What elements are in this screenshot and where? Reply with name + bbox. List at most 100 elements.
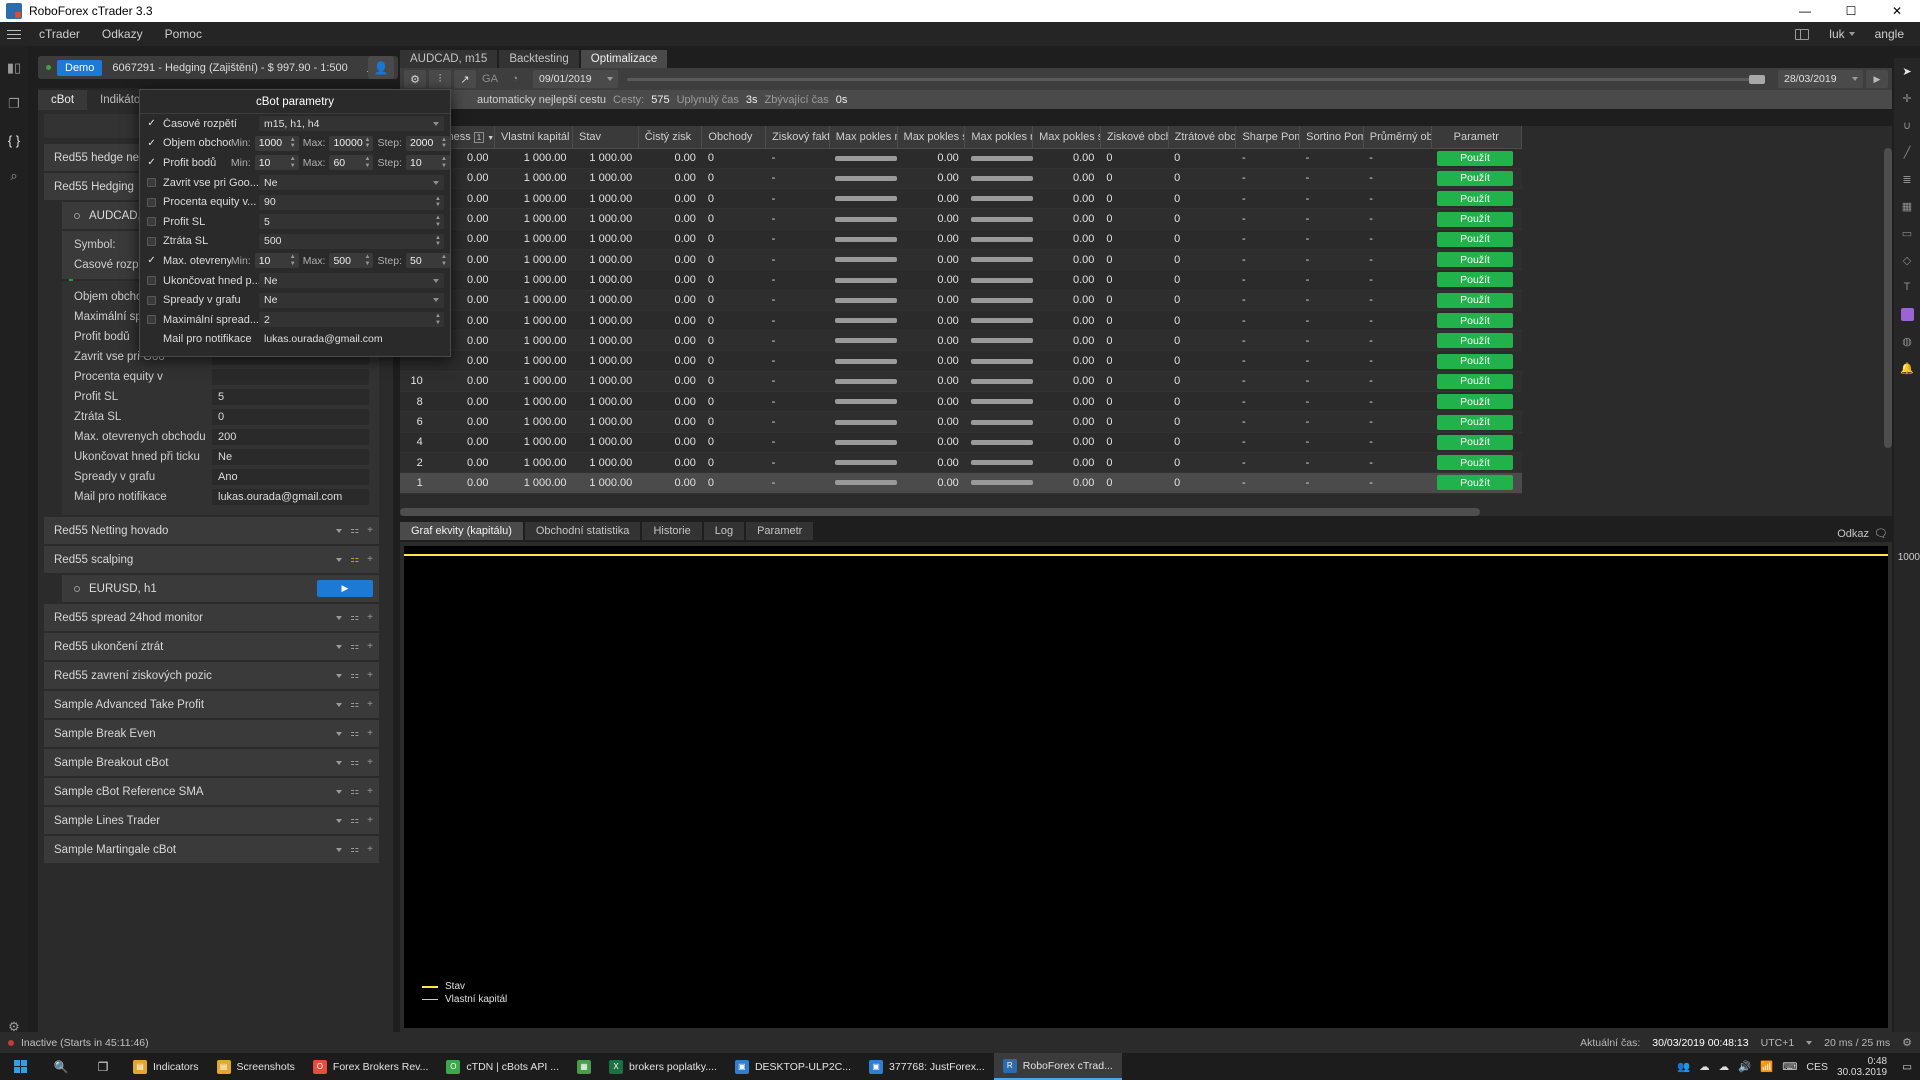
parameter-select[interactable]: Ne <box>259 273 444 289</box>
min-input[interactable]: 10 ▲ ▼ <box>254 155 299 171</box>
bot-actions[interactable]: ⚏ + <box>336 612 373 623</box>
min-input[interactable]: 1000 ▲ ▼ <box>254 135 299 151</box>
bot-actions[interactable]: ⚏ + <box>336 757 373 768</box>
use-button[interactable]: Použít <box>1437 170 1514 186</box>
step-input[interactable]: 10 ▲ ▼ <box>406 155 450 171</box>
optimize-checkbox[interactable] <box>147 295 156 305</box>
chevron-down-icon[interactable] <box>336 673 343 678</box>
list-item[interactable]: Sample Lines Trader ⚏ + <box>44 807 379 834</box>
table-column-header[interactable]: Sortino Poměr <box>1299 126 1364 149</box>
stepper-icon[interactable]: ▲ ▼ <box>365 254 371 267</box>
crosshair-icon[interactable]: ✛ <box>1898 89 1916 107</box>
table-row[interactable]: 0.00 1 000.00 1 000.00 0.00 0-0.00 0.00 0 0- - - P… <box>400 310 1522 332</box>
optimize-checkbox[interactable]: ✓ <box>147 118 156 129</box>
param-value[interactable]: 0 <box>212 409 369 425</box>
search-icon[interactable]: ⌕ <box>4 166 24 186</box>
tab-cbot[interactable]: cBot <box>38 90 88 110</box>
add-instance-icon[interactable]: + <box>367 612 373 623</box>
instances-icon[interactable]: ⚏ <box>350 699 359 710</box>
language-indicator[interactable]: CES <box>1806 1061 1828 1073</box>
add-instance-icon[interactable]: + <box>367 699 373 710</box>
list-item[interactable]: Red55 Netting hovado ⚏ + <box>44 517 379 544</box>
table-row[interactable]: 0.00 1 000.00 1 000.00 0.00 0-0.00 0.00 0 0- - - P… <box>400 208 1522 230</box>
shapes-icon[interactable]: ◇ <box>1898 251 1916 269</box>
bot-actions[interactable]: ⚏ + <box>336 815 373 826</box>
taskbar-app-button[interactable]: ▤ Screenshots <box>208 1053 304 1080</box>
optimize-checkbox[interactable]: ✓ <box>147 157 156 168</box>
use-button[interactable]: Použít <box>1437 313 1514 329</box>
stepper-icon[interactable]: ▲ ▼ <box>290 137 296 150</box>
menu-item-ctrader[interactable]: cTrader <box>28 22 91 46</box>
timezone-select[interactable]: UTC+1 <box>1761 1037 1795 1049</box>
add-instance-icon[interactable]: + <box>367 554 373 565</box>
optimize-checkbox[interactable] <box>147 217 156 227</box>
table-column-header[interactable]: Stav <box>572 126 639 149</box>
text-tool-icon[interactable]: T <box>1898 278 1916 296</box>
use-button[interactable]: Použít <box>1437 211 1514 227</box>
people-icon[interactable]: 👥 <box>1677 1060 1690 1073</box>
list-item[interactable]: Sample Advanced Take Profit ⚏ + <box>44 691 379 718</box>
optimize-checkbox[interactable] <box>147 315 156 325</box>
bot-actions[interactable]: ⚏ + <box>336 728 373 739</box>
taskbar-clock[interactable]: 0:48 30.03.2019 <box>1837 1056 1893 1078</box>
task-view-icon[interactable]: ❐ <box>82 1053 124 1080</box>
tab-parametr[interactable]: Parametr <box>746 522 814 540</box>
max-input[interactable]: 10000 ▲ ▼ <box>329 135 374 151</box>
taskbar-app-button[interactable]: Xbrokers poplatky.... <box>600 1053 726 1080</box>
equity-chart[interactable]: 1000 0 1 Stav Vlastní kapitál <box>390 546 1920 1044</box>
instances-icon[interactable]: ⚏ <box>350 670 359 681</box>
cloud-sync-icon[interactable]: ☁ <box>1719 1061 1730 1073</box>
gear-icon[interactable]: ⚙ <box>404 70 426 88</box>
use-button[interactable]: Použít <box>1437 231 1514 247</box>
tab-optimalizace[interactable]: Optimalizace <box>580 50 668 68</box>
tab-historie[interactable]: Historie <box>642 522 702 540</box>
chevron-down-icon[interactable] <box>336 760 343 765</box>
ga-button[interactable]: GA <box>479 70 501 88</box>
optimize-checkbox[interactable]: ✓ <box>147 255 156 266</box>
table-row[interactable]: 1 0.00 1 000.00 1 000.00 0.00 0-0.00 0.00 0 0- - -… <box>400 472 1522 494</box>
link-button[interactable]: Odkaz 🗨 <box>1837 527 1892 541</box>
table-row[interactable]: 0.00 1 000.00 1 000.00 0.00 0-0.00 0.00 0 0- - - P… <box>400 249 1522 271</box>
alert-bell-icon[interactable]: 🔔 <box>1898 359 1916 377</box>
hamburger-menu-icon[interactable] <box>0 22 28 46</box>
tab-graf-ekvity[interactable]: Graf ekvity (kapitálu) <box>400 522 523 540</box>
optimize-checkbox[interactable] <box>147 178 156 188</box>
add-instance-icon[interactable]: + <box>367 670 373 681</box>
volume-icon[interactable]: 🔊 <box>1738 1060 1751 1073</box>
list-item[interactable]: Sample Martingale cBot ⚏ + <box>44 836 379 863</box>
cursor-icon[interactable]: ➤ <box>1898 62 1916 80</box>
stepper-icon[interactable]: ▲ ▼ <box>435 196 441 209</box>
table-row[interactable]: 0.00 1 000.00 1 000.00 0.00 0-0.00 0.00 0 0- - - P… <box>400 350 1522 372</box>
table-column-header[interactable]: Ziskové obch.. <box>1100 126 1169 149</box>
taskbar-app-button[interactable]: ▣ DESKTOP-ULP2C... <box>726 1053 860 1080</box>
bot-actions[interactable]: ⚏ + <box>336 525 373 536</box>
table-row[interactable]: 0.00 1 000.00 1 000.00 0.00 0-0.00 0.00 0 0- - - P… <box>400 269 1522 291</box>
fibonacci-icon[interactable]: ≣ <box>1898 170 1916 188</box>
slider-knob[interactable] <box>1749 75 1765 84</box>
instances-icon[interactable]: ⚏ <box>350 612 359 623</box>
table-column-header[interactable]: Vlastní kapitál <box>494 126 574 149</box>
chevron-down-icon[interactable] <box>336 789 343 794</box>
tab-log[interactable]: Log <box>703 522 745 540</box>
parameter-select[interactable]: Ne <box>259 175 444 191</box>
scrollbar-thumb[interactable] <box>400 508 1480 516</box>
account-selector[interactable]: Demo 6067291 - Hedging (Zajištění) - $ 9… <box>38 56 398 79</box>
table-column-header[interactable]: Průměrný obc... <box>1363 126 1432 149</box>
table-column-header[interactable]: Obchody <box>701 126 767 149</box>
bot-actions[interactable]: ⚏ + <box>336 641 373 652</box>
table-row[interactable]: 0.00 1 000.00 1 000.00 0.00 0-0.00 0.00 0 0- - - P… <box>400 148 1522 169</box>
add-instance-icon[interactable]: + <box>367 757 373 768</box>
use-button[interactable]: Použít <box>1437 272 1514 288</box>
use-button[interactable]: Použít <box>1437 434 1514 450</box>
table-row[interactable]: 0.00 1 000.00 1 000.00 0.00 0-0.00 0.00 0 0- - - P… <box>400 330 1522 352</box>
use-button[interactable]: Použít <box>1437 191 1514 207</box>
table-column-header[interactable]: Max pokles m.. <box>829 126 898 149</box>
instances-icon[interactable]: ⚏ <box>350 844 359 855</box>
start-instance-button[interactable]: ▶ <box>317 580 373 597</box>
list-item[interactable]: Sample cBot Reference SMA ⚏ + <box>44 778 379 805</box>
tab-audcad-m15[interactable]: AUDCAD, m15 <box>400 50 498 68</box>
stepper-icon[interactable]: ▲ ▼ <box>435 215 441 228</box>
instances-icon[interactable]: ⚏ <box>350 786 359 797</box>
search-icon[interactable]: 🔍 <box>40 1053 82 1080</box>
step-input[interactable]: 50 ▲ ▼ <box>406 253 450 269</box>
